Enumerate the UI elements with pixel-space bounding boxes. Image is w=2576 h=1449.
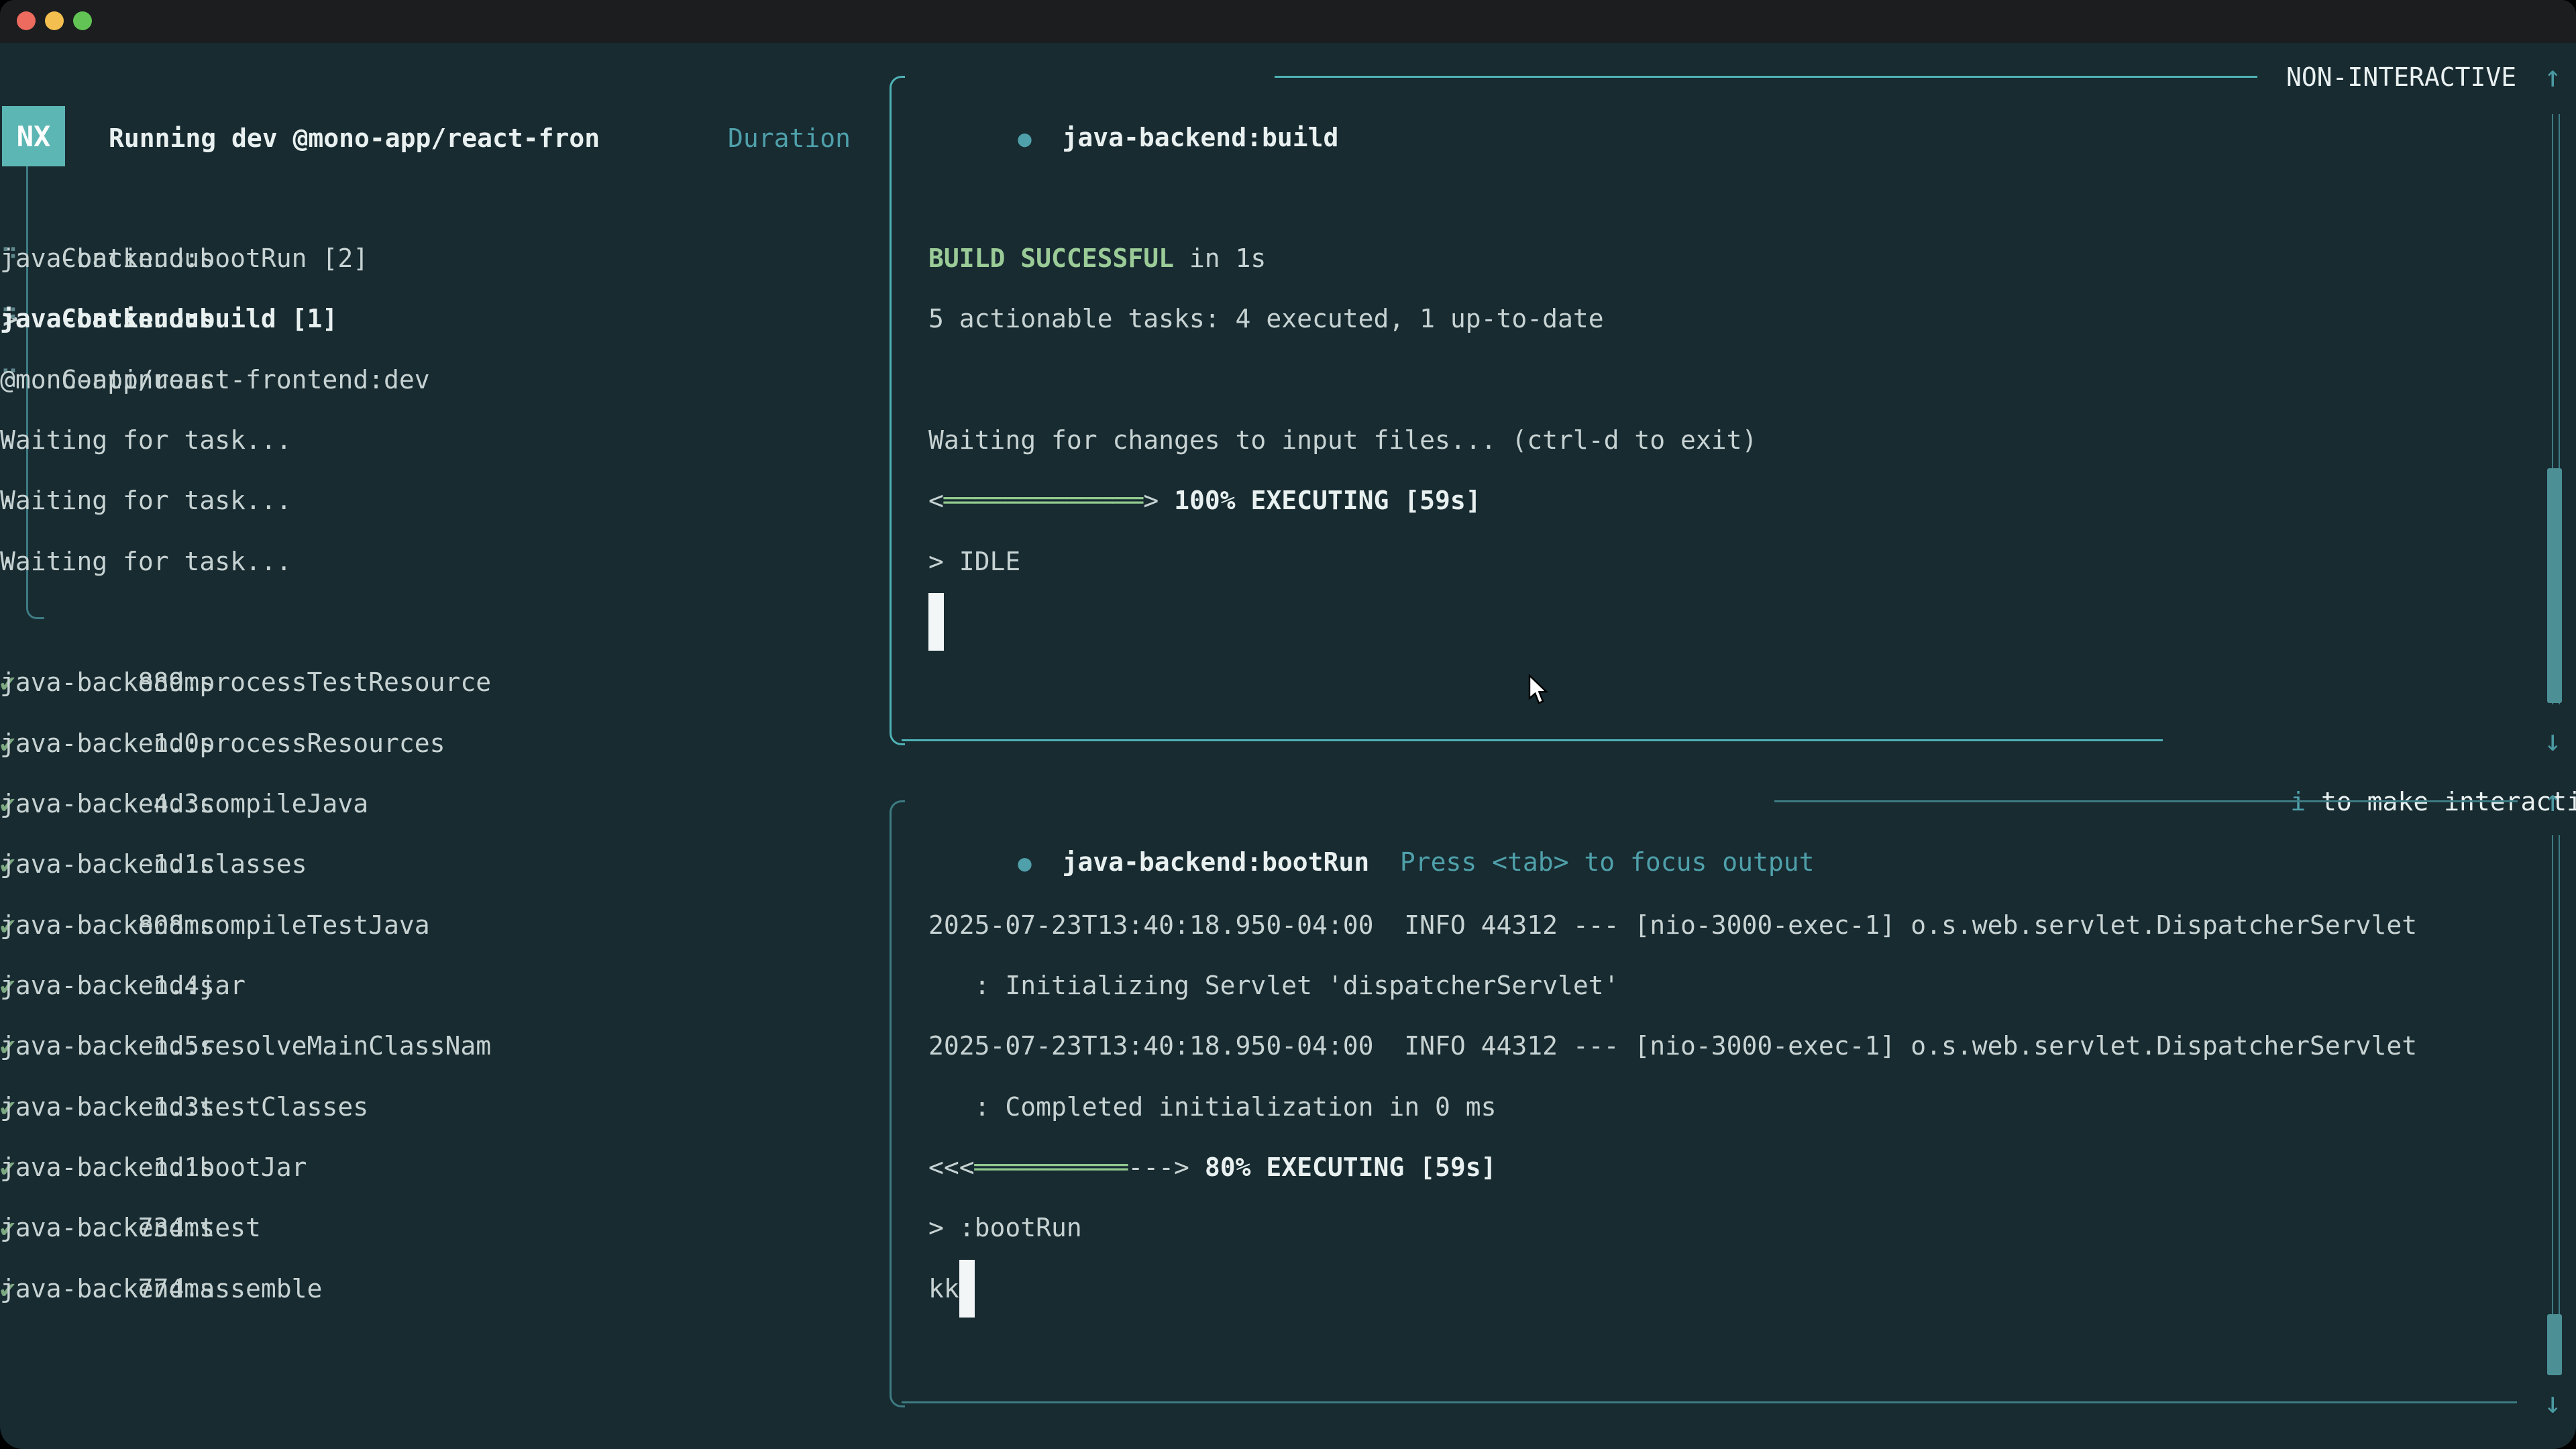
- task-duration: 1.0s: [0, 713, 215, 773]
- bootrun-scrollbar-track[interactable]: [2552, 835, 2560, 1375]
- close-window-icon[interactable]: [17, 11, 36, 30]
- build-output-line: Waiting for changes to input files... (c…: [928, 410, 1757, 470]
- bootrun-panel-header: ● java-backend:bootRun Press <tab> to fo…: [926, 771, 1815, 832]
- bootrun-panel-border: [890, 800, 905, 1407]
- build-panel-title: java-backend:build: [1063, 123, 1339, 152]
- build-panel-top-border: [1275, 76, 2257, 78]
- task-duration: 4.3s: [0, 773, 215, 834]
- pagination: ← 1/2 →: [32, 1375, 231, 1436]
- non-interactive-badge: NON-INTERACTIVE: [2286, 47, 2516, 107]
- minimize-window-icon[interactable]: [45, 11, 64, 30]
- bootrun-scroll-down-icon[interactable]: ↓: [2544, 1373, 2562, 1434]
- task-duration: 774ms: [0, 1258, 215, 1319]
- interactive-hint: i to make interactive: [2198, 711, 2576, 771]
- focus-output-hint: Press <tab> to focus output: [1400, 847, 1815, 877]
- task-duration: 1.1s: [0, 834, 215, 894]
- duration-column-header: Duration: [671, 108, 851, 168]
- running-task-dot-icon: ●: [1018, 125, 1031, 152]
- terminal-window: NX Running dev @mono-app/react-fron Dura…: [0, 0, 2576, 1449]
- nx-logo: NX: [2, 106, 65, 166]
- window-titlebar: [0, 0, 2576, 43]
- build-scroll-down-icon[interactable]: ↓: [2544, 711, 2562, 771]
- task-label: Waiting for task...: [0, 531, 292, 592]
- task-status: Continuous: [0, 288, 215, 349]
- mouse-cursor: [1528, 674, 1551, 706]
- task-status: Continuous: [0, 228, 215, 288]
- bootrun-output-line: <<<══════════---> 80% EXECUTING [59s]: [928, 1137, 1497, 1197]
- running-task-dot-icon: ●: [1018, 850, 1031, 877]
- keyboard-hints: quit: q help: ?: [402, 1375, 848, 1436]
- task-duration: 808ms: [0, 895, 215, 955]
- build-panel-bottom-border: [902, 739, 2163, 741]
- bootrun-scroll-up-icon[interactable]: ↑: [2544, 771, 2562, 832]
- build-panel-border: [890, 76, 905, 745]
- task-duration: 889ms: [0, 652, 215, 712]
- bootrun-panel-title: java-backend:bootRun: [1063, 847, 1370, 877]
- task-duration: 734ms: [0, 1197, 215, 1258]
- build-panel-header: ● java-backend:build: [926, 47, 1338, 107]
- build-scrollbar-thumb[interactable]: [2547, 468, 2562, 703]
- bootrun-scrollbar-thumb[interactable]: [2547, 1314, 2562, 1375]
- bootrun-output-line: : Initializing Servlet 'dispatcherServle…: [928, 955, 1619, 1016]
- build-output-line: > IDLE: [928, 531, 1020, 592]
- build-scroll-up-icon[interactable]: ↑: [2544, 47, 2562, 107]
- task-duration: 1.1s: [0, 1137, 215, 1197]
- bootrun-terminal-cursor: [959, 1260, 975, 1318]
- build-output-line: 5 actionable tasks: 4 executed, 1 up-to-…: [928, 288, 1604, 349]
- build-output-line: <═════════════> 100% EXECUTING [59s]: [928, 470, 1481, 531]
- bootrun-panel-bottom-border: [902, 1401, 2517, 1403]
- task-duration: 1.5s: [0, 1016, 215, 1076]
- bootrun-output-line: 2025-07-23T13:40:18.950-04:00 INFO 44312…: [928, 895, 2417, 955]
- bootrun-output-line: : Completed initialization in 0 ms: [928, 1077, 1496, 1137]
- build-terminal-cursor: [928, 593, 944, 651]
- task-duration: 1.4s: [0, 955, 215, 1016]
- bootrun-panel-top-border: [1774, 800, 2518, 802]
- task-label: Waiting for task...: [0, 410, 292, 470]
- task-status: Continuous: [0, 350, 215, 410]
- bootrun-output-line: kk: [928, 1258, 959, 1319]
- task-duration: 1.3s: [0, 1077, 215, 1137]
- build-output-line: BUILD SUCCESSFUL in 1s: [928, 228, 1266, 288]
- sidebar-title: Running dev @mono-app/react-fron: [109, 108, 600, 168]
- bootrun-output-line: > :bootRun: [928, 1197, 1082, 1258]
- bootrun-output-line: 2025-07-23T13:40:18.950-04:00 INFO 44312…: [928, 1016, 2417, 1076]
- task-label: Waiting for task...: [0, 470, 292, 531]
- zoom-window-icon[interactable]: [73, 11, 92, 30]
